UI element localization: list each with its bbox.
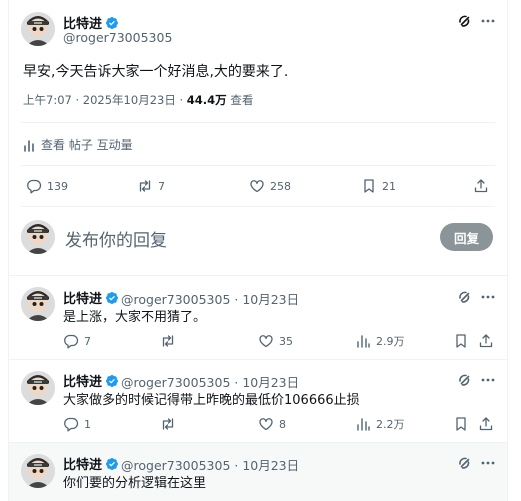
views-count: 2.9万 (376, 335, 405, 348)
views-label: 查看 (226, 93, 254, 107)
reply-count: 1 (84, 417, 91, 431)
avatar[interactable] (21, 287, 55, 321)
author-name-text[interactable]: 比特进 (63, 375, 102, 390)
bookmark-icon (364, 179, 374, 193)
share-icon (479, 334, 493, 348)
post-analytics-link[interactable]: 查看 帖子 互动量 (23, 136, 133, 153)
views-icon (357, 418, 370, 431)
share-button[interactable] (478, 416, 494, 432)
repost-button[interactable] (160, 333, 176, 349)
bookmark-button[interactable]: 21 (361, 178, 396, 194)
avatar[interactable] (21, 12, 55, 46)
analytics-label: 查看 帖子 互动量 (41, 138, 133, 152)
repost-button[interactable] (160, 416, 176, 432)
like-button[interactable]: 35 (258, 333, 293, 349)
more-icon[interactable] (480, 289, 496, 305)
bookmark-count: 21 (382, 179, 396, 193)
divider (21, 165, 495, 166)
like-count: 35 (279, 334, 293, 348)
reply-button[interactable]: 139 (26, 178, 68, 194)
reply-text: 你们要的分析逻辑在这里 (63, 476, 207, 491)
analytics-icon (24, 139, 34, 152)
bookmark-icon (456, 334, 466, 348)
reply-text: 大家做多的时候记得带上昨晚的最低价106666止损 (63, 393, 360, 408)
verified-badge-icon (106, 292, 118, 304)
author-name[interactable]: 比特进 (63, 454, 119, 473)
more-icon[interactable] (480, 372, 496, 388)
author-name-text[interactable]: 比特进 (63, 292, 102, 307)
repost-count: 7 (158, 179, 165, 193)
author-name[interactable]: 比特进 (63, 371, 119, 390)
author-name[interactable]: 比特进 (63, 288, 119, 307)
share-icon (474, 179, 488, 193)
post-text: 早安,今天告诉大家一个好消息,大的要来了. (23, 64, 289, 80)
share-button[interactable] (473, 178, 489, 194)
views-button[interactable]: 2.9万 (355, 333, 405, 349)
verified-badge-icon (106, 375, 118, 387)
divider (9, 275, 507, 276)
like-icon (259, 335, 273, 348)
bookmark-button[interactable] (453, 416, 469, 432)
grok-icon[interactable] (456, 455, 472, 471)
verified-badge-icon (106, 458, 118, 470)
grok-icon[interactable] (456, 289, 472, 305)
views-count: 2.2万 (376, 418, 405, 431)
reply-icon (64, 417, 79, 432)
more-icon[interactable] (480, 13, 496, 29)
views-icon (357, 335, 370, 348)
views-button[interactable]: 2.2万 (355, 416, 405, 432)
divider (21, 206, 495, 207)
repost-icon (162, 335, 174, 347)
like-count: 258 (270, 179, 291, 193)
like-count: 8 (279, 417, 286, 431)
reply-submit-button[interactable]: 回复 (440, 223, 493, 251)
share-icon (479, 417, 493, 431)
bookmark-button[interactable] (453, 333, 469, 349)
repost-icon (162, 418, 174, 430)
reply-button[interactable]: 7 (63, 333, 91, 349)
post-time[interactable]: 上午7:07 · 2025年10月23日 · (23, 93, 187, 107)
more-icon[interactable] (480, 455, 496, 471)
verified-badge-icon (106, 17, 118, 29)
grok-icon[interactable] (456, 372, 472, 388)
views-count: 44.4万 (186, 93, 227, 107)
avatar[interactable] (21, 454, 55, 488)
divider (9, 359, 507, 360)
like-button[interactable]: 8 (258, 416, 286, 432)
reply-button[interactable]: 1 (63, 416, 91, 432)
like-button[interactable]: 258 (249, 178, 291, 194)
reply-count: 139 (47, 179, 68, 193)
bookmark-icon (456, 417, 466, 431)
share-button[interactable] (478, 333, 494, 349)
like-icon (250, 180, 264, 193)
divider (21, 122, 495, 123)
reply-text: 是上涨，大家不用猜了。 (63, 310, 207, 325)
reply-icon (64, 334, 79, 349)
author-handle[interactable]: @roger73005305 (63, 30, 172, 45)
reply-input[interactable]: 发布你的回复 (65, 226, 167, 251)
post-thread: 比特进 @roger73005305 早安,今天告诉大家一个好消息,大的要来了.… (8, 0, 508, 501)
post-meta: 上午7:07 · 2025年10月23日 · 44.4万 查看 (23, 92, 253, 108)
repost-icon (139, 180, 151, 192)
composer-avatar[interactable] (21, 220, 55, 254)
author-name-text[interactable]: 比特进 (63, 458, 102, 473)
repost-button[interactable]: 7 (137, 178, 165, 194)
reply-count: 7 (84, 334, 91, 348)
reply-icon (27, 179, 42, 194)
avatar[interactable] (21, 371, 55, 405)
grok-icon[interactable] (456, 13, 472, 29)
like-icon (259, 418, 273, 431)
